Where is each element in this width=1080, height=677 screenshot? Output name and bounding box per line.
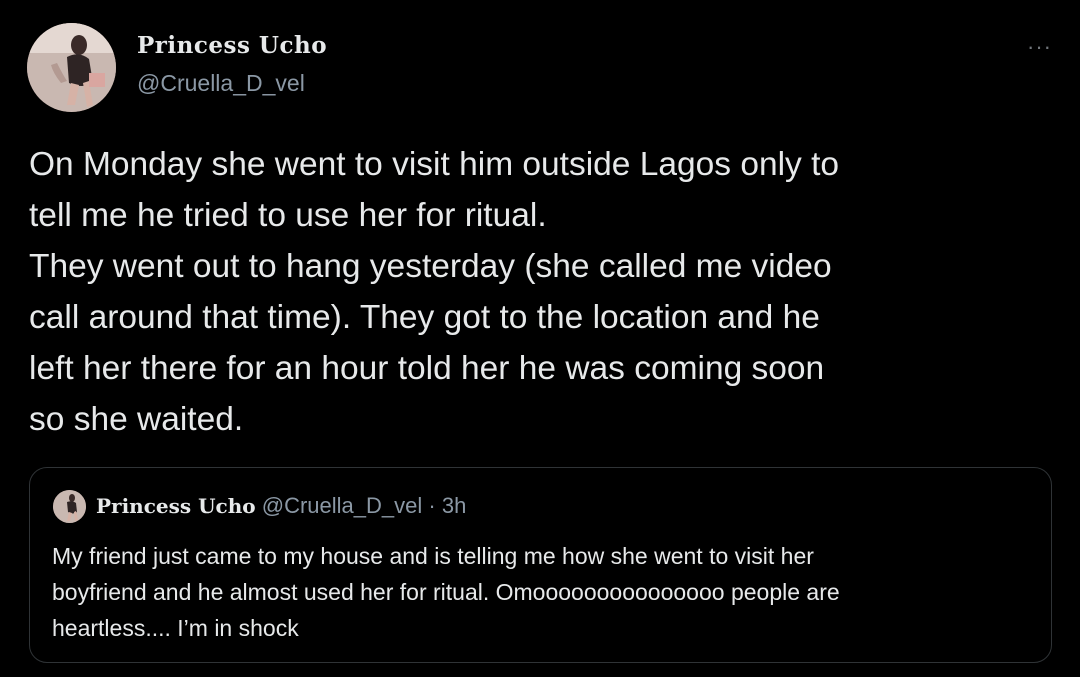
quoted-author-avatar[interactable] (53, 490, 86, 523)
quoted-tweet-text: My friend just came to my house and is t… (52, 543, 840, 641)
quoted-tweet-time[interactable]: 3h (442, 493, 466, 518)
quoted-tweet[interactable]: Princess Ucho @Cruella_D_vel · 3h My fri… (29, 467, 1052, 663)
quoted-tweet-header: Princess Ucho @Cruella_D_vel · 3h (96, 493, 466, 519)
quoted-author-handle[interactable]: @Cruella_D_vel (262, 493, 423, 518)
author-handle[interactable]: @Cruella_D_vel (137, 70, 305, 97)
more-options-icon[interactable]: ··· (1027, 34, 1052, 60)
quoted-author-display-name[interactable]: Princess Ucho (96, 494, 256, 518)
author-avatar[interactable] (27, 23, 116, 112)
meta-separator: · (428, 493, 436, 518)
tweet: Princess Ucho @Cruella_D_vel ··· On Mond… (0, 0, 1080, 677)
tweet-text: On Monday she went to visit him outside … (29, 146, 840, 438)
author-display-name[interactable]: Princess Ucho (137, 32, 327, 59)
